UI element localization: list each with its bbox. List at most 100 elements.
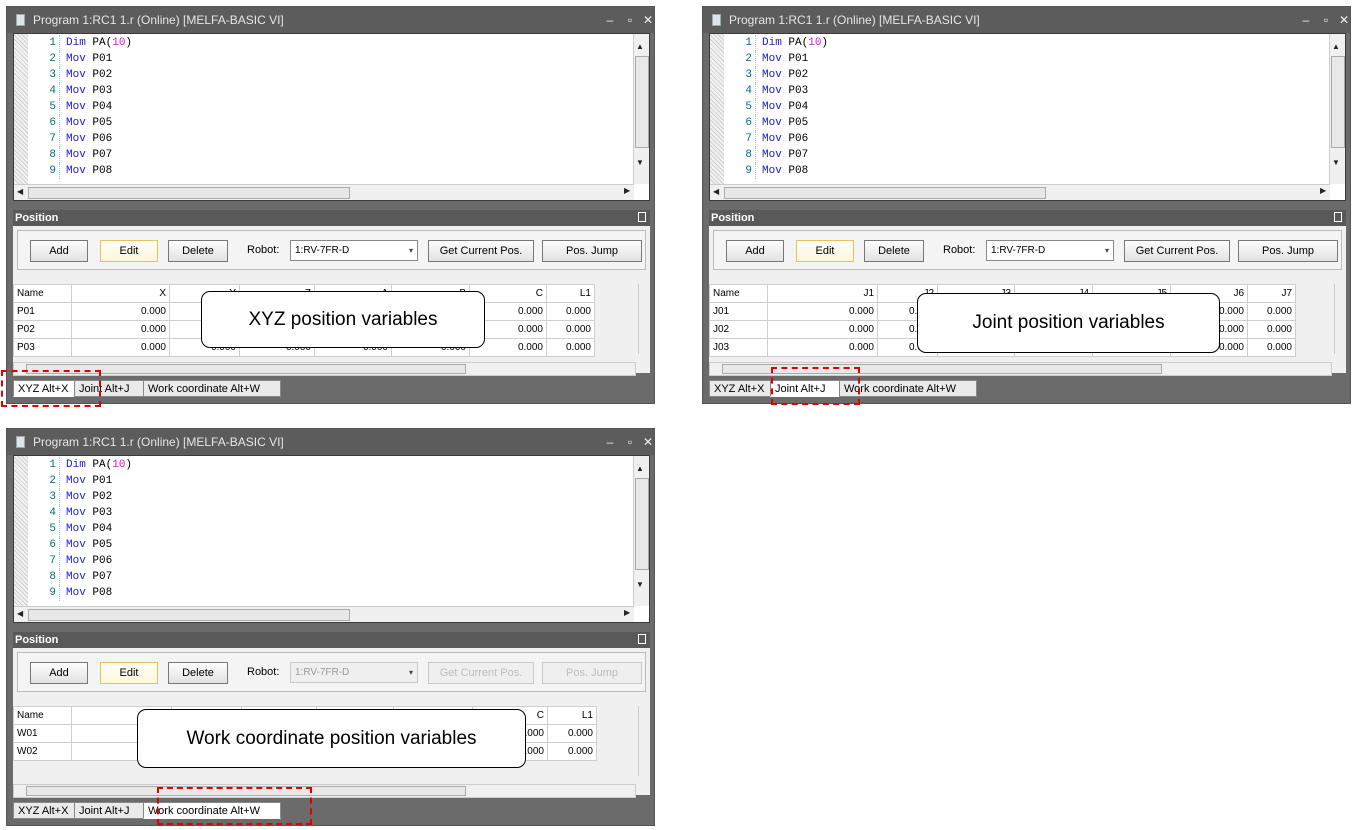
- tab-xyz[interactable]: XYZ Alt+X: [13, 802, 75, 819]
- value-cell[interactable]: 0.000: [547, 724, 597, 743]
- editor-horizontal-scrollbar[interactable]: ◀: [14, 184, 634, 200]
- editor-vertical-scrollbar[interactable]: ▲ ▼: [633, 456, 649, 606]
- row-name-cell[interactable]: J01: [709, 302, 768, 321]
- column-header[interactable]: L1: [547, 706, 597, 725]
- scroll-down-arrow-icon[interactable]: ▼: [636, 158, 644, 167]
- table-horizontal-scrollbar[interactable]: [13, 362, 636, 376]
- scroll-left-arrow-icon[interactable]: ◀: [17, 187, 23, 196]
- scroll-up-arrow-icon[interactable]: ▲: [636, 464, 644, 473]
- row-name-cell[interactable]: W02: [13, 742, 72, 761]
- tab-xyz[interactable]: XYZ Alt+X: [709, 380, 771, 397]
- add-button[interactable]: Add: [726, 240, 784, 262]
- scroll-thumb[interactable]: [28, 187, 350, 199]
- column-header[interactable]: J7: [1247, 284, 1296, 303]
- value-cell[interactable]: 0.000: [71, 302, 170, 321]
- delete-button[interactable]: Delete: [168, 662, 228, 684]
- position-toolbar: Add Edit Delete Robot: 1:RV-7FR-D ▾ Get Curren…: [17, 652, 646, 692]
- scroll-right-arrow-icon[interactable]: ▶: [624, 186, 630, 195]
- row-name-cell[interactable]: J03: [709, 338, 768, 357]
- scroll-right-arrow-icon[interactable]: ▶: [624, 608, 630, 617]
- add-button[interactable]: Add: [30, 240, 88, 262]
- delete-button[interactable]: Delete: [864, 240, 924, 262]
- column-header[interactable]: Name: [13, 706, 72, 725]
- row-name-cell[interactable]: W01: [13, 724, 72, 743]
- table-vertical-scrollbar[interactable]: [1334, 284, 1346, 354]
- column-header[interactable]: L1: [546, 284, 595, 303]
- table-horizontal-scrollbar[interactable]: [13, 784, 636, 798]
- scroll-thumb[interactable]: [1331, 56, 1345, 148]
- scroll-down-arrow-icon[interactable]: ▼: [636, 580, 644, 589]
- scroll-thumb[interactable]: [635, 56, 649, 148]
- delete-button[interactable]: Delete: [168, 240, 228, 262]
- row-name-cell[interactable]: P02: [13, 320, 72, 339]
- pin-icon[interactable]: [638, 634, 646, 644]
- edit-button[interactable]: Edit: [796, 240, 854, 262]
- value-cell[interactable]: 0.000: [1247, 302, 1296, 321]
- scroll-left-arrow-icon[interactable]: ◀: [713, 187, 719, 196]
- scroll-up-arrow-icon[interactable]: ▲: [636, 42, 644, 51]
- edit-button[interactable]: Edit: [100, 662, 158, 684]
- maximize-icon[interactable]: ▫: [621, 7, 639, 33]
- scroll-left-arrow-icon[interactable]: ◀: [17, 609, 23, 618]
- edit-button[interactable]: Edit: [100, 240, 158, 262]
- minimize-icon[interactable]: –: [1297, 7, 1315, 33]
- robot-select-value: 1:RV-7FR-D: [991, 245, 1046, 256]
- maximize-icon[interactable]: ▫: [1317, 7, 1335, 33]
- scroll-thumb[interactable]: [635, 478, 649, 570]
- pin-icon[interactable]: [1334, 212, 1342, 222]
- line-number: 2: [726, 51, 756, 67]
- pos-jump-button[interactable]: Pos. Jump: [1238, 240, 1338, 262]
- editor-vertical-scrollbar[interactable]: ▲ ▼: [633, 34, 649, 184]
- scroll-down-arrow-icon[interactable]: ▼: [1332, 158, 1340, 167]
- add-button[interactable]: Add: [30, 662, 88, 684]
- table-vertical-scrollbar[interactable]: [638, 706, 650, 776]
- code-editor[interactable]: 1 Dim PA(10) 2 Mov P01 3 Mov P02 4 Mov P03 5 Mov …: [13, 33, 650, 201]
- table-vertical-scrollbar[interactable]: [638, 284, 650, 354]
- editor-horizontal-scrollbar[interactable]: ◀: [710, 184, 1330, 200]
- value-cell[interactable]: 0.000: [71, 320, 170, 339]
- scroll-up-arrow-icon[interactable]: ▲: [1332, 42, 1340, 51]
- code-keyword: Mov: [762, 149, 782, 161]
- robot-select[interactable]: 1:RV-7FR-D ▾: [290, 240, 418, 261]
- column-header[interactable]: Name: [709, 284, 768, 303]
- value-cell[interactable]: 0.000: [767, 302, 878, 321]
- code-text: P07: [85, 149, 113, 161]
- value-cell[interactable]: 0.000: [546, 338, 595, 357]
- get-current-pos-button[interactable]: Get Current Pos.: [1124, 240, 1230, 262]
- code-editor[interactable]: 1 Dim PA(10) 2 Mov P01 3 Mov P02 4 Mov P03 5 Mov …: [13, 455, 650, 623]
- pin-icon[interactable]: [638, 212, 646, 222]
- tab-joint[interactable]: Joint Alt+J: [74, 802, 144, 819]
- close-icon[interactable]: ✕: [639, 429, 657, 455]
- value-cell[interactable]: 0.000: [546, 302, 595, 321]
- annotation-callout: Work coordinate position variables: [137, 709, 526, 768]
- code-editor[interactable]: 1 Dim PA(10) 2 Mov P01 3 Mov P02 4 Mov P03 5 Mov …: [709, 33, 1346, 201]
- value-cell[interactable]: 0.000: [71, 338, 170, 357]
- scroll-right-arrow-icon[interactable]: ▶: [1320, 186, 1326, 195]
- row-name-cell[interactable]: P03: [13, 338, 72, 357]
- editor-horizontal-scrollbar[interactable]: ◀: [14, 606, 634, 622]
- column-header[interactable]: J1: [767, 284, 878, 303]
- minimize-icon[interactable]: –: [601, 7, 619, 33]
- editor-vertical-scrollbar[interactable]: ▲ ▼: [1329, 34, 1345, 184]
- pos-jump-button[interactable]: Pos. Jump: [542, 240, 642, 262]
- value-cell[interactable]: 0.000: [547, 742, 597, 761]
- value-cell[interactable]: 0.000: [1247, 320, 1296, 339]
- scroll-thumb[interactable]: [28, 609, 350, 621]
- close-icon[interactable]: ✕: [639, 7, 657, 33]
- minimize-icon[interactable]: –: [601, 429, 619, 455]
- window-title: Program 1:RC1 1.r (Online) [MELFA-BASIC …: [729, 13, 980, 27]
- robot-select[interactable]: 1:RV-7FR-D ▾: [986, 240, 1114, 261]
- value-cell[interactable]: 0.000: [546, 320, 595, 339]
- row-name-cell[interactable]: J02: [709, 320, 768, 339]
- tab-work-coordinate[interactable]: Work coordinate Alt+W: [143, 380, 281, 397]
- scroll-thumb[interactable]: [724, 187, 1046, 199]
- row-name-cell[interactable]: P01: [13, 302, 72, 321]
- value-cell[interactable]: 0.000: [1247, 338, 1296, 357]
- maximize-icon[interactable]: ▫: [621, 429, 639, 455]
- value-cell[interactable]: 0.000: [767, 338, 878, 357]
- value-cell[interactable]: 0.000: [767, 320, 878, 339]
- column-header[interactable]: Name: [13, 284, 72, 303]
- column-header[interactable]: X: [71, 284, 170, 303]
- close-icon[interactable]: ✕: [1335, 7, 1353, 33]
- get-current-pos-button[interactable]: Get Current Pos.: [428, 240, 534, 262]
